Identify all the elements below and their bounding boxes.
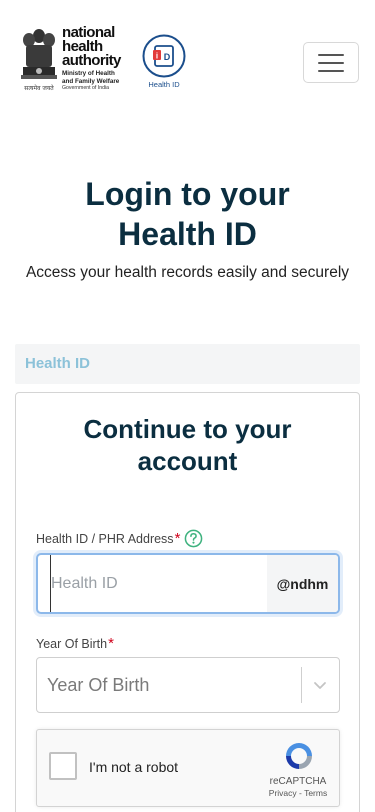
- year-of-birth-label-text: Year Of Birth: [36, 636, 108, 651]
- hamburger-menu-icon-bar: [318, 69, 344, 72]
- health-id-input[interactable]: [50, 555, 280, 612]
- ministry-line-1: Ministry of Health: [62, 70, 115, 77]
- recaptcha-logo-icon: [286, 743, 312, 769]
- ministry-line-3: Government of India: [62, 85, 110, 91]
- card-title-line-1: Continue to your: [83, 414, 292, 444]
- recaptcha-privacy-terms-link[interactable]: Privacy - Terms: [263, 788, 333, 798]
- year-of-birth-field-label: Year Of Birth *: [36, 635, 114, 652]
- page-title-line-1: Login to your: [85, 176, 290, 212]
- tab-health-id-label: Health ID: [25, 355, 91, 372]
- recaptcha-checkbox[interactable]: [49, 752, 77, 780]
- card-title: Continue to your account: [16, 413, 359, 477]
- health-id-logo[interactable]: i D Health ID: [140, 34, 188, 92]
- year-of-birth-placeholder: Year Of Birth: [47, 675, 150, 695]
- recaptcha-label: I'm not a robot: [89, 759, 179, 775]
- svg-text:i: i: [156, 52, 158, 61]
- recaptcha-brand: reCAPTCHA: [269, 776, 327, 787]
- ministry-line-2: and Family Welfare: [62, 77, 120, 85]
- recaptcha-widget: I'm not a robot reCAPTCHA Privacy - Term…: [36, 729, 340, 807]
- header: सत्यमेव जयते national health authority M…: [0, 0, 375, 120]
- year-of-birth-select[interactable]: Year Of Birth: [36, 657, 340, 713]
- required-mark: *: [108, 635, 114, 652]
- question-circle-icon[interactable]: [184, 529, 203, 548]
- page-subtitle: Access your health records easily and se…: [25, 264, 350, 281]
- nha-logo[interactable]: सत्यमेव जयते national health authority M…: [18, 25, 133, 96]
- national-emblem-icon: सत्यमेव जयते: [21, 29, 57, 92]
- health-id-input-group: @ndhm: [36, 553, 340, 614]
- svg-text:D: D: [164, 52, 171, 62]
- health-id-label-text: Health ID / PHR Address: [36, 531, 174, 546]
- chevron-down-icon[interactable]: [313, 678, 327, 692]
- nha-wordmark: national health authority Ministry of He…: [62, 25, 121, 96]
- health-id-field-label: Health ID / PHR Address *: [36, 529, 203, 548]
- hamburger-menu-icon-bar: [318, 61, 344, 64]
- hamburger-menu-icon: [318, 53, 344, 56]
- login-card: Continue to your account Health ID / PHR…: [15, 392, 360, 812]
- health-id-logo-label: Health ID: [148, 80, 180, 89]
- tab-health-id[interactable]: Health ID: [15, 344, 360, 384]
- page-title: Login to your Health ID: [0, 174, 375, 254]
- health-id-badge-icon: i D: [142, 34, 186, 78]
- health-id-suffix: @ndhm: [267, 555, 338, 612]
- select-divider: [301, 667, 302, 703]
- nha-line-authority: authority: [62, 52, 121, 69]
- menu-toggle-button[interactable]: [303, 42, 359, 83]
- page-title-line-2: Health ID: [118, 216, 257, 252]
- card-title-line-2: account: [137, 446, 238, 476]
- required-mark: *: [174, 530, 181, 547]
- svg-text:सत्यमेव जयते: सत्यमेव जयते: [24, 84, 54, 92]
